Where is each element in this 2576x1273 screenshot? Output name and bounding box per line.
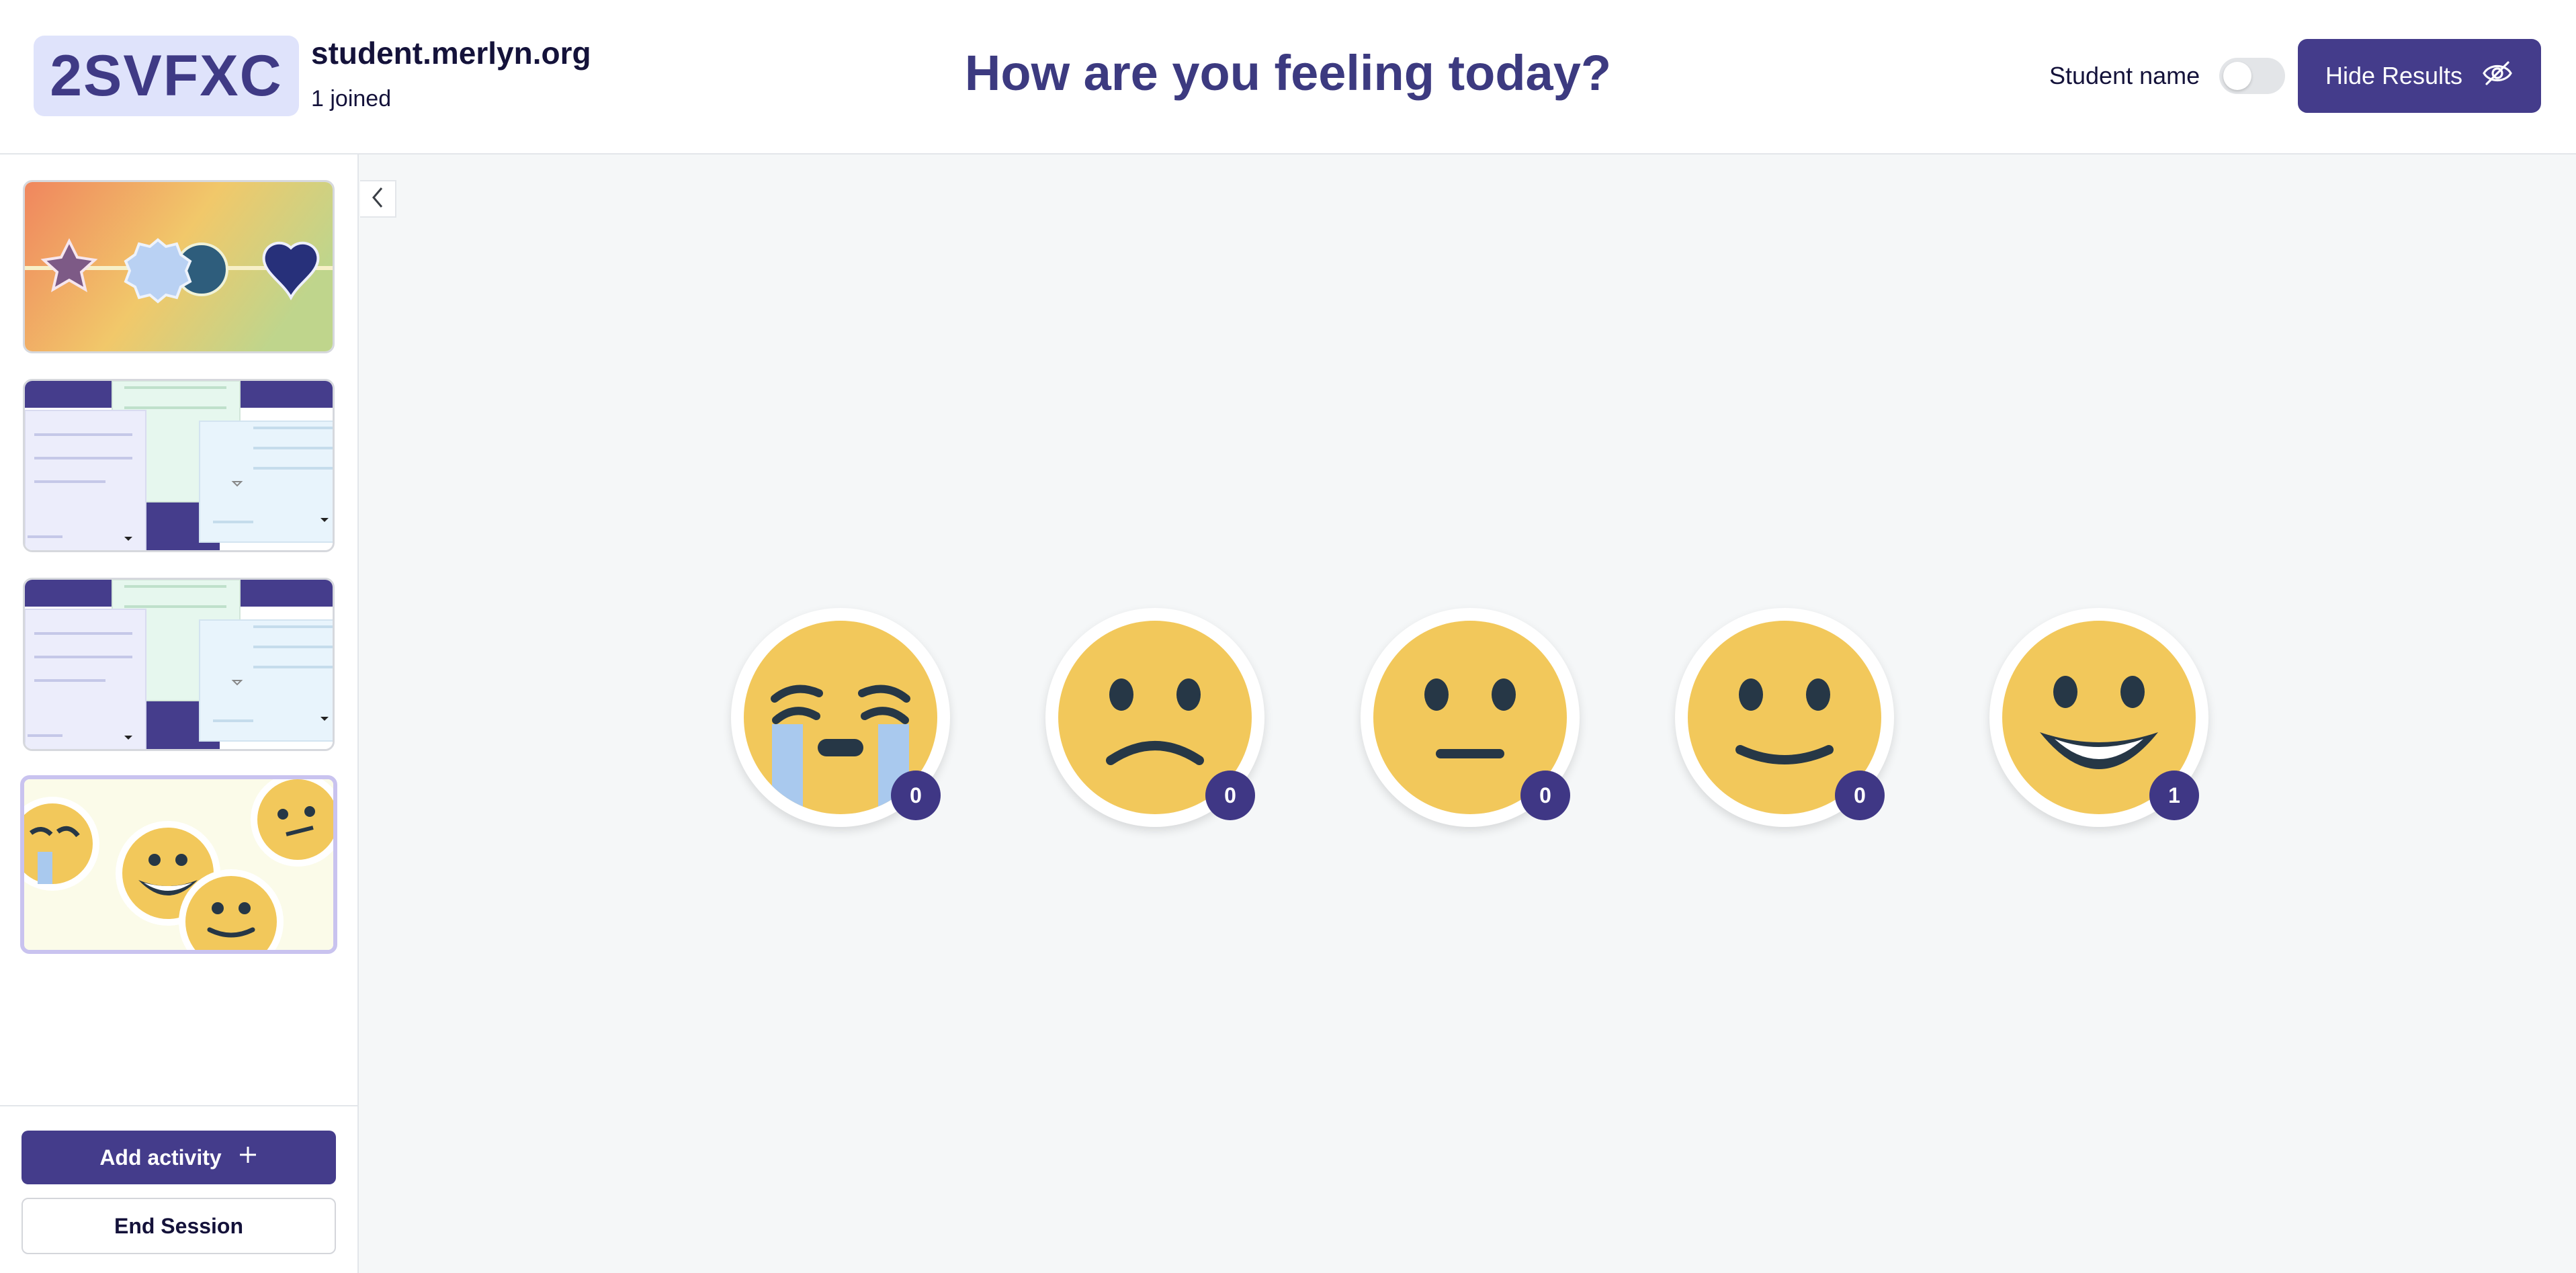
activity-thumbnail-4[interactable]	[20, 775, 337, 954]
plus-icon	[238, 1145, 258, 1170]
activity-thumbnail-3[interactable]	[23, 578, 335, 751]
activity-thumbnail-1[interactable]	[23, 180, 335, 353]
activity-sidebar: Add activity End Session	[0, 155, 359, 1273]
question-title: How are you feeling today?	[964, 45, 1612, 101]
hide-results-button[interactable]: Hide Results	[2298, 39, 2541, 113]
response-count-badge: 0	[891, 771, 941, 820]
eye-off-icon	[2481, 60, 2514, 93]
cards-thumbnail-image-2	[25, 580, 333, 749]
emoji-option-grinning[interactable]: 1	[1989, 608, 2208, 827]
end-session-button[interactable]: End Session	[22, 1198, 336, 1254]
student-name-toggle[interactable]	[2219, 58, 2285, 94]
top-bar: 2SVFXC student.merlyn.org 1 joined How a…	[0, 0, 2576, 155]
emoji-option-neutral[interactable]: 0	[1361, 608, 1580, 827]
join-url: student.merlyn.org	[311, 36, 591, 71]
activity-thumbnail-2[interactable]	[23, 379, 335, 552]
hide-results-label: Hide Results	[2325, 62, 2463, 89]
chevron-left-icon	[370, 186, 385, 212]
emoji-option-crying[interactable]: 0	[731, 608, 950, 827]
emoji-option-frowning[interactable]: 0	[1045, 608, 1264, 827]
response-count-badge: 0	[1835, 771, 1885, 820]
response-count-badge: 0	[1205, 771, 1255, 820]
shapes-thumbnail-image	[25, 182, 333, 351]
add-activity-label: Add activity	[99, 1145, 222, 1170]
toggle-knob	[2223, 62, 2251, 90]
response-count-badge: 1	[2149, 771, 2199, 820]
response-count-badge: 0	[1520, 771, 1570, 820]
cards-thumbnail-image	[25, 381, 333, 550]
sidebar-divider	[0, 1105, 357, 1106]
emoji-option-smiling[interactable]: 0	[1675, 608, 1894, 827]
joined-count: 1 joined	[311, 86, 392, 112]
emoji-thumbnail-image	[24, 779, 333, 950]
add-activity-button[interactable]: Add activity	[22, 1131, 336, 1184]
collapse-sidebar-button[interactable]	[360, 180, 396, 218]
student-name-label: Student name	[2049, 62, 2200, 89]
session-code: 2SVFXC	[34, 36, 299, 116]
